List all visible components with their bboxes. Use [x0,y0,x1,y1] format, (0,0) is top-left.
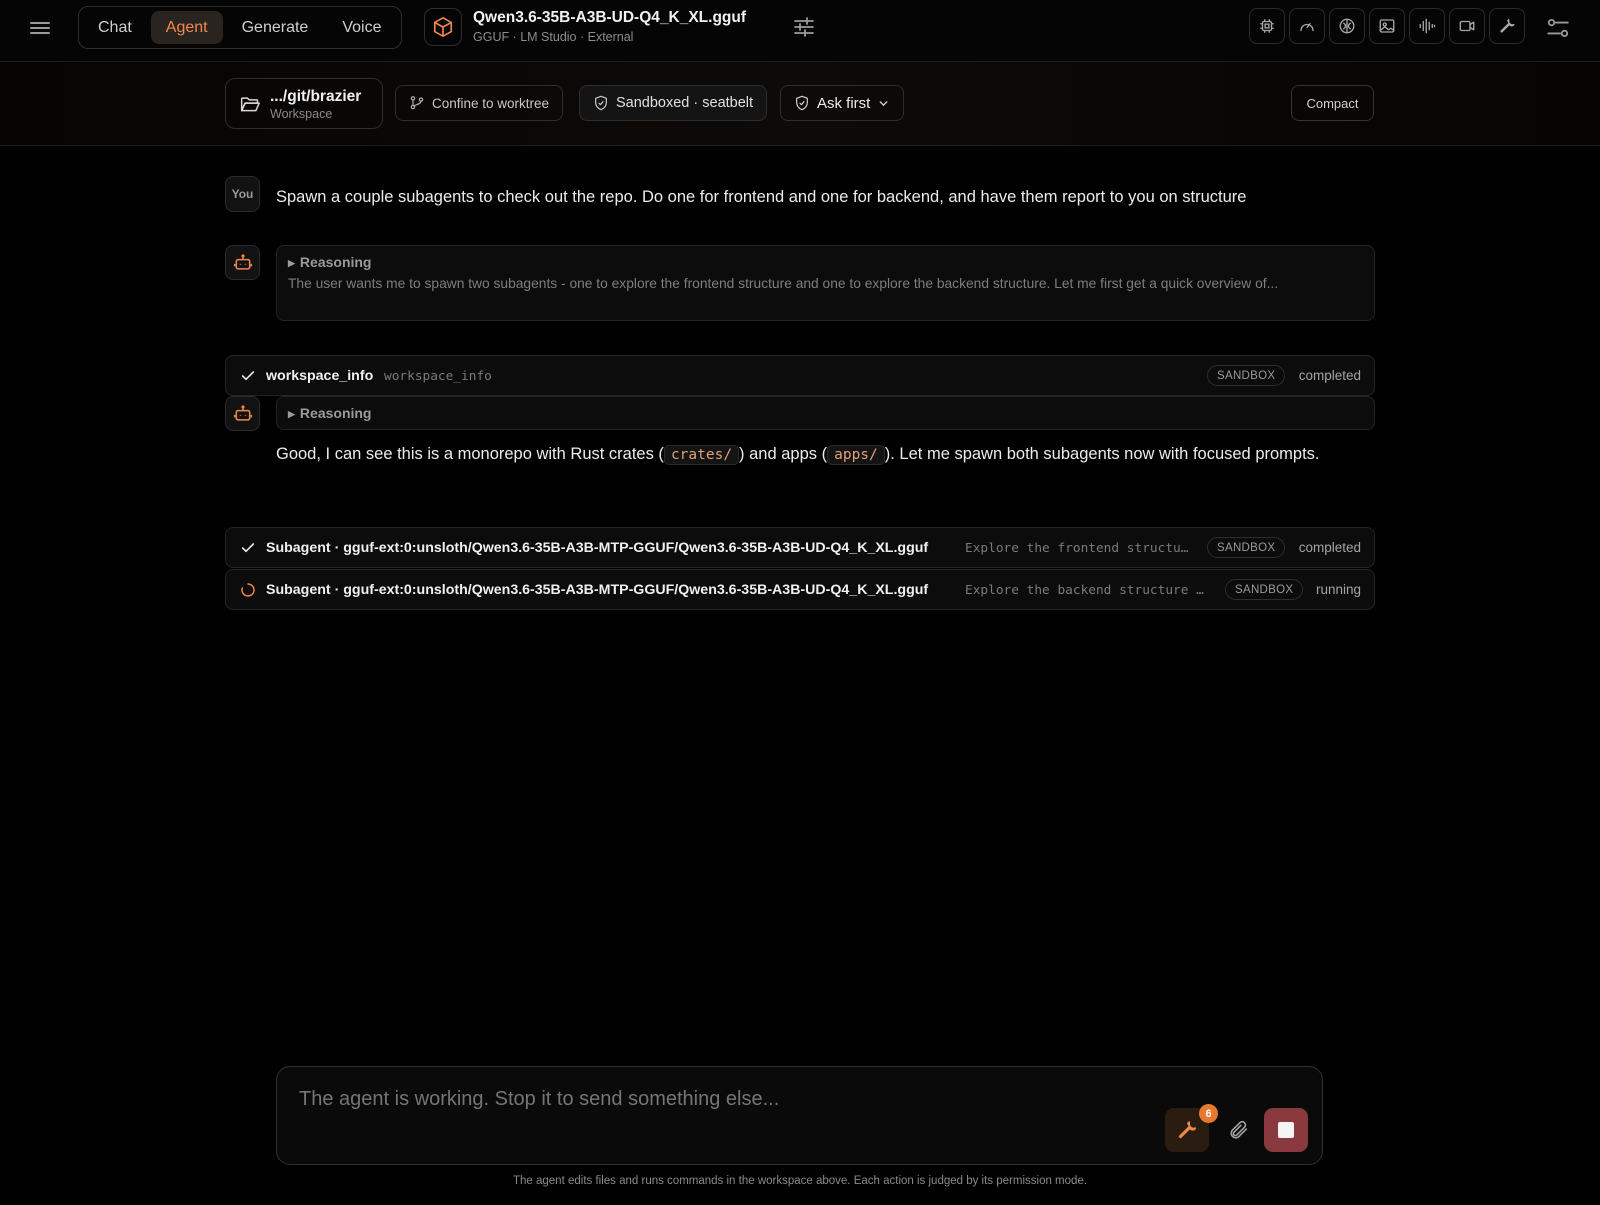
shield-check-icon [595,95,607,111]
wrench-icon[interactable] [1489,8,1525,44]
cpu-icon[interactable] [1249,8,1285,44]
tab-chat[interactable]: Chat [83,11,147,44]
user-avatar: You [225,176,260,212]
tab-generate[interactable]: Generate [227,11,324,44]
assistant-message: Good, I can see this is a monorepo with … [276,445,1320,465]
reasoning-header: Reasoning [299,254,372,270]
mode-tabs: Chat Agent Generate Voice [78,6,402,49]
subagent-prompt: Explore the backend structure … [965,583,1204,598]
sandbox-badge: SANDBOX [1225,579,1304,600]
compact-button[interactable]: Compact [1291,85,1374,121]
image-icon[interactable] [1369,8,1405,44]
reasoning-block-collapsed[interactable]: ▶ Reasoning [276,396,1375,430]
top-bar: Chat Agent Generate Voice Qwen3.6-35B-A3… [0,0,1600,62]
subagent-status: completed [1298,540,1361,555]
tab-agent[interactable]: Agent [150,11,223,44]
wrench-icon [1178,1121,1197,1139]
reasoning-toggle[interactable]: ▶ Reasoning [288,405,372,421]
workspace-path: .../git/brazier [270,88,362,105]
inline-code: crates/ [663,445,740,465]
user-message: Spawn a couple subagents to check out th… [276,188,1247,206]
subagent-name: Subagent · gguf-ext:0:unsloth/Qwen3.6-35… [266,540,929,556]
subagent-row[interactable]: Subagent · gguf-ext:0:unsloth/Qwen3.6-35… [225,569,1375,610]
permission-mode-dropdown[interactable]: Ask first [780,85,905,121]
message-input[interactable] [299,1088,1119,1111]
check-icon [241,543,255,553]
model-subtitle: GGUF · LM Studio · External [473,30,634,44]
tool-status: completed [1298,368,1361,383]
subagent-status: running [1315,582,1361,597]
tab-voice[interactable]: Voice [327,11,396,44]
reasoning-header: Reasoning [299,405,372,421]
confine-label: Confine to worktree [432,95,550,111]
tools-count-badge: 6 [1199,1104,1218,1123]
brain-icon[interactable] [1329,8,1365,44]
reasoning-text: The user wants me to spawn two subagents… [288,276,1279,291]
folder-icon [240,95,260,118]
robot-icon [225,396,260,431]
paperclip-icon[interactable] [1224,1115,1254,1145]
footer-note: The agent edits files and runs commands … [512,1175,1088,1187]
sandbox-badge: SANDBOX [1207,537,1286,558]
settings-sliders-icon[interactable] [1545,15,1571,41]
shield-check-icon [796,95,808,111]
subagent-row[interactable]: Subagent · gguf-ext:0:unsloth/Qwen3.6-35… [225,527,1375,568]
confine-to-worktree-button[interactable]: Confine to worktree [395,85,564,121]
tool-arguments: workspace_info [384,369,492,384]
reasoning-block: ▶ Reasoning The user wants me to spawn tw… [276,245,1375,321]
spinner-icon [241,583,255,597]
gauge-icon[interactable] [1289,8,1325,44]
sandbox-mode-button[interactable]: Sandboxed · seatbelt [579,85,768,121]
tool-name: workspace_info [266,368,374,384]
sliders-icon[interactable] [792,15,816,39]
menu-icon[interactable] [28,17,52,39]
workspace-bar: .../git/brazier Workspace Confine to wor… [0,62,1600,146]
inline-code: apps/ [827,445,885,465]
git-branch-icon [410,96,424,110]
model-title[interactable]: Qwen3.6-35B-A3B-UD-Q4_K_XL.gguf [473,9,746,27]
capability-icons [1249,8,1525,44]
sandbox-label: Sandboxed · seatbelt [616,95,754,111]
stop-icon [1278,1122,1294,1138]
permission-label: Ask first [817,94,871,112]
reasoning-toggle[interactable]: ▶ Reasoning [288,254,372,270]
sandbox-badge: SANDBOX [1207,365,1286,386]
workspace-selector[interactable]: .../git/brazier Workspace [225,78,383,129]
check-icon [241,371,255,381]
composer: 6 [276,1066,1323,1165]
stop-button[interactable] [1264,1108,1308,1152]
waveform-icon[interactable] [1409,8,1445,44]
subagent-prompt: Explore the frontend structu… [965,541,1189,556]
video-icon[interactable] [1449,8,1485,44]
robot-icon [225,245,260,280]
tool-call-row[interactable]: workspace_info workspace_info SANDBOX co… [225,355,1375,396]
chevron-down-icon [879,100,888,106]
subagent-name: Subagent · gguf-ext:0:unsloth/Qwen3.6-35… [266,582,929,598]
model-cube-icon[interactable] [424,8,462,46]
workspace-label: Workspace [270,107,333,121]
